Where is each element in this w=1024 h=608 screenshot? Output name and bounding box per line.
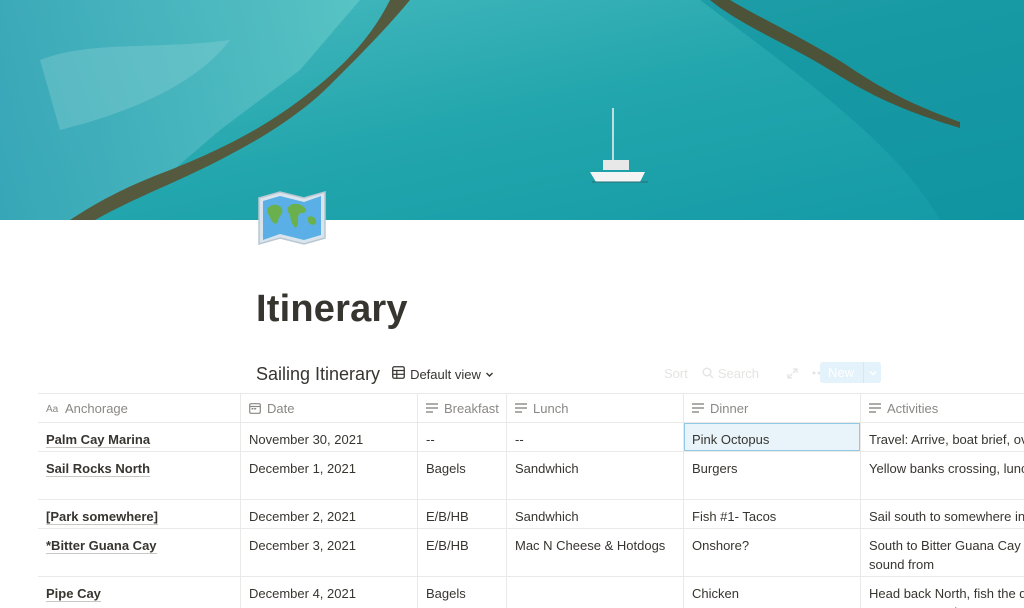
column-header-anchorage[interactable]: Aa Anchorage: [38, 394, 241, 422]
column-label: Anchorage: [65, 400, 128, 416]
text-lines-icon: [515, 403, 527, 413]
table-row[interactable]: Pipe Cay December 4, 2021 Bagels Chicken…: [38, 577, 1024, 608]
table-row[interactable]: Palm Cay Marina November 30, 2021 -- -- …: [38, 423, 1024, 452]
anchorage-cell[interactable]: *Bitter Guana Cay: [38, 529, 241, 576]
lunch-cell[interactable]: --: [507, 423, 684, 451]
activities-cell[interactable]: Yellow banks crossing, lunch fishing/lob…: [861, 452, 1024, 499]
title-text-icon: Aa: [46, 403, 59, 413]
activities-cell[interactable]: Head back North, fish the dro beach day …: [861, 577, 1024, 608]
search-label: Search: [717, 365, 760, 381]
dinner-cell-selected[interactable]: Pink Octopus: [684, 423, 861, 451]
text-lines-icon: [869, 403, 881, 413]
column-header-activities[interactable]: Activities: [861, 394, 1024, 422]
calendar-icon: [249, 402, 261, 414]
table-header-row: Aa Anchorage Date Breakfast Lunch Dinner…: [38, 393, 1024, 423]
new-button-label: New: [820, 362, 864, 383]
column-header-date[interactable]: Date: [241, 394, 418, 422]
lunch-cell[interactable]: Sandwhich: [507, 452, 684, 499]
dinner-cell[interactable]: Chicken: [684, 577, 861, 608]
date-cell[interactable]: December 1, 2021: [241, 452, 418, 499]
activities-cell[interactable]: Travel: Arrive, boat brief, over: [861, 423, 1024, 451]
text-lines-icon: [692, 403, 704, 413]
database-title[interactable]: Sailing Itinerary: [256, 364, 380, 385]
column-label: Lunch: [533, 400, 569, 416]
date-cell[interactable]: December 2, 2021: [241, 500, 418, 528]
chevron-down-icon: [485, 367, 494, 382]
lunch-cell[interactable]: Mac N Cheese & Hotdogs: [507, 529, 684, 576]
column-label: Activities: [887, 400, 939, 416]
expand-icon[interactable]: [787, 367, 798, 379]
search-button[interactable]: Search: [702, 366, 773, 381]
activities-cell[interactable]: South to Bitter Guana Cay (fis Iguanas? …: [861, 529, 1024, 576]
table-row[interactable]: Sail Rocks North December 1, 2021 Bagels…: [38, 452, 1024, 500]
dinner-cell[interactable]: Fish #1- Tacos: [684, 500, 861, 528]
table-icon: [392, 366, 405, 382]
column-label: Dinner: [710, 400, 749, 416]
lunch-cell[interactable]: Sandwhich: [507, 500, 684, 528]
lunch-cell[interactable]: [507, 577, 684, 608]
chevron-down-icon[interactable]: [864, 369, 881, 377]
view-label: Default view: [410, 366, 481, 382]
dinner-cell[interactable]: Onshore?: [684, 529, 861, 576]
cover-image: [0, 0, 1024, 220]
breakfast-cell[interactable]: E/B/HB: [418, 529, 507, 576]
anchorage-cell[interactable]: [Park somewhere]: [38, 500, 241, 528]
column-label: Breakfast: [444, 400, 499, 416]
table-row[interactable]: [Park somewhere] December 2, 2021 E/B/HB…: [38, 500, 1024, 529]
date-cell[interactable]: December 3, 2021: [241, 529, 418, 576]
table-row[interactable]: *Bitter Guana Cay December 3, 2021 E/B/H…: [38, 529, 1024, 577]
date-cell[interactable]: December 4, 2021: [241, 577, 418, 608]
database-toolbar: Sort Search: [664, 362, 840, 384]
breakfast-cell[interactable]: E/B/HB: [418, 500, 507, 528]
svg-text:Aa: Aa: [46, 404, 59, 413]
activities-cell[interactable]: Sail south to somewhere in th: [861, 500, 1024, 528]
breakfast-cell[interactable]: Bagels: [418, 452, 507, 499]
column-header-breakfast[interactable]: Breakfast: [418, 394, 507, 422]
database-header: Sailing Itinerary Default view: [256, 362, 494, 386]
column-header-dinner[interactable]: Dinner: [684, 394, 861, 422]
world-map-icon[interactable]: [256, 190, 328, 246]
anchorage-cell[interactable]: Sail Rocks North: [38, 452, 241, 499]
column-label: Date: [267, 400, 295, 416]
anchorage-cell[interactable]: Palm Cay Marina: [38, 423, 241, 451]
breakfast-cell[interactable]: Bagels: [418, 577, 507, 608]
anchorage-cell[interactable]: Pipe Cay: [38, 577, 241, 608]
sort-button[interactable]: Sort: [664, 366, 688, 381]
text-lines-icon: [426, 403, 438, 413]
breakfast-cell[interactable]: --: [418, 423, 507, 451]
date-cell[interactable]: November 30, 2021: [241, 423, 418, 451]
new-button[interactable]: New: [820, 362, 881, 383]
search-icon: [702, 367, 714, 379]
view-switcher[interactable]: Default view: [392, 366, 494, 382]
page-title: Itinerary: [256, 288, 408, 330]
column-header-lunch[interactable]: Lunch: [507, 394, 684, 422]
dinner-cell[interactable]: Burgers: [684, 452, 861, 499]
itinerary-table: Aa Anchorage Date Breakfast Lunch Dinner…: [38, 393, 1024, 608]
